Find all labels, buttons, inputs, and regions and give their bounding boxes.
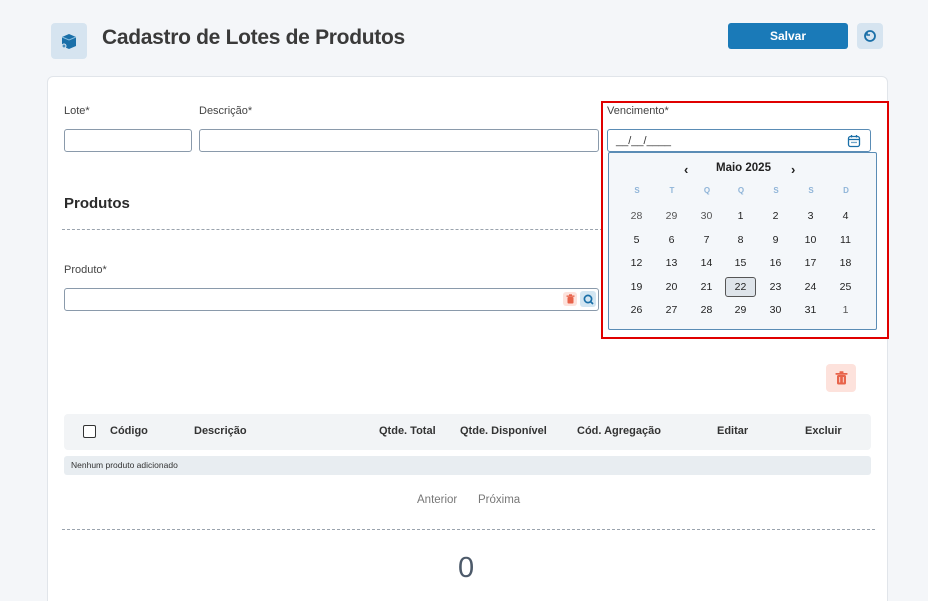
- products-section-title: Produtos: [64, 195, 130, 212]
- lote-label: Lote*: [64, 105, 90, 117]
- delete-selected-button[interactable]: [826, 364, 856, 392]
- produto-input[interactable]: [64, 288, 599, 311]
- column-header: Excluir: [805, 425, 842, 437]
- empty-table-message: Nenhum produto adicionado: [64, 456, 871, 475]
- column-header: Cód. Agregação: [577, 425, 661, 437]
- total-count: 0: [458, 552, 475, 584]
- descricao-input[interactable]: [199, 129, 599, 152]
- lote-input[interactable]: [64, 129, 192, 152]
- produto-label: Produto*: [64, 264, 107, 276]
- descricao-label: Descrição*: [199, 105, 253, 117]
- select-all-checkbox[interactable]: [83, 425, 96, 438]
- save-button[interactable]: Salvar: [728, 23, 848, 49]
- column-header: Código: [110, 425, 148, 437]
- page-title: Cadastro de Lotes de Produtos: [102, 26, 405, 49]
- pagination-next[interactable]: Próxima: [478, 494, 520, 506]
- clear-product-icon[interactable]: [563, 292, 577, 306]
- column-header: Descrição: [194, 425, 247, 437]
- box-icon: [51, 23, 87, 59]
- pagination-prev[interactable]: Anterior: [417, 494, 457, 506]
- column-header: Editar: [717, 425, 749, 437]
- highlight-box: [601, 101, 889, 339]
- divider: [62, 529, 875, 530]
- undo-icon[interactable]: [857, 23, 883, 49]
- search-product-icon[interactable]: [580, 291, 596, 307]
- column-header: Qtde. Disponível: [460, 425, 547, 437]
- table-header: Código Descrição Qtde. Total Qtde. Dispo…: [64, 414, 871, 450]
- divider: [62, 229, 603, 230]
- column-header: Qtde. Total: [379, 425, 436, 437]
